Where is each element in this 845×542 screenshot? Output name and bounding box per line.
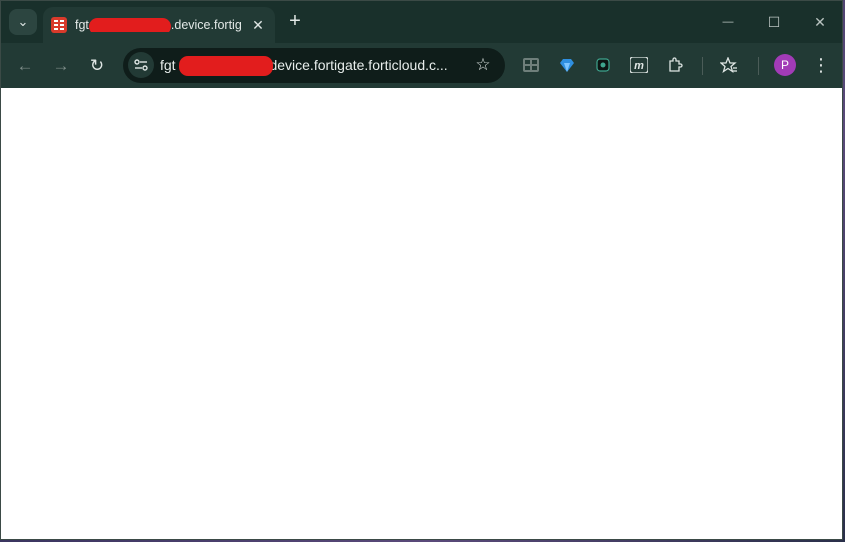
- url-suffix: .device.fortigate.forticloud.c...: [265, 57, 448, 73]
- redaction-mark: [89, 18, 171, 32]
- bookmark-star-icon[interactable]: ☆: [473, 55, 493, 75]
- address-bar[interactable]: fgt .device.fortigate.forticloud.c... ☆: [123, 48, 505, 83]
- back-arrow-icon: ←: [16, 56, 34, 75]
- redaction-mark: [179, 56, 273, 76]
- toolbar-divider: [702, 57, 703, 75]
- browser-window: ⌄ fgt .device.fortig ✕ + — ☐ ✕ ← → ↻ fgt…: [0, 0, 843, 540]
- active-tab[interactable]: fgt .device.fortig ✕: [43, 7, 275, 43]
- new-tab-button[interactable]: +: [283, 10, 307, 34]
- page-content: [1, 88, 842, 539]
- reload-button[interactable]: ↻: [83, 52, 111, 80]
- extension-m-icon[interactable]: m: [629, 55, 649, 75]
- extension-grid-icon[interactable]: [521, 55, 541, 75]
- forward-button[interactable]: →: [47, 52, 75, 80]
- close-icon: ✕: [814, 13, 826, 30]
- tab-search-button[interactable]: ⌄: [9, 9, 37, 35]
- site-settings-icon[interactable]: [128, 52, 154, 78]
- profile-avatar[interactable]: P: [774, 54, 796, 76]
- url-prefix: fgt: [160, 57, 176, 73]
- toolbar-divider: [758, 57, 759, 75]
- svg-text:m: m: [634, 60, 644, 72]
- fortinet-favicon: [51, 17, 67, 33]
- tab-strip: ⌄ fgt .device.fortig ✕ + — ☐ ✕: [1, 1, 842, 43]
- minimize-button[interactable]: —: [705, 1, 751, 43]
- tab-search-icon: ⌄: [17, 14, 29, 29]
- tab-title-suffix: .device.fortig: [170, 18, 242, 32]
- more-menu-icon[interactable]: ⋮: [811, 53, 831, 77]
- tab-title: fgt .device.fortig: [75, 18, 245, 32]
- extension-gem-icon[interactable]: [557, 55, 577, 75]
- close-window-button[interactable]: ✕: [797, 1, 843, 43]
- maximize-button[interactable]: ☐: [751, 1, 797, 43]
- maximize-icon: ☐: [767, 13, 781, 30]
- back-button[interactable]: ←: [11, 52, 39, 80]
- extensions-puzzle-icon[interactable]: [665, 55, 685, 75]
- reading-list-icon[interactable]: [719, 55, 739, 75]
- tab-close-icon[interactable]: ✕: [249, 16, 267, 34]
- toolbar: ← → ↻ fgt .device.fortigate.forticloud.c.…: [1, 43, 842, 88]
- extension-chip-icon[interactable]: [593, 55, 613, 75]
- minimize-icon: —: [722, 16, 734, 28]
- reload-icon: ↻: [89, 56, 105, 75]
- forward-arrow-icon: →: [52, 56, 70, 75]
- tab-title-prefix: fgt: [75, 18, 89, 32]
